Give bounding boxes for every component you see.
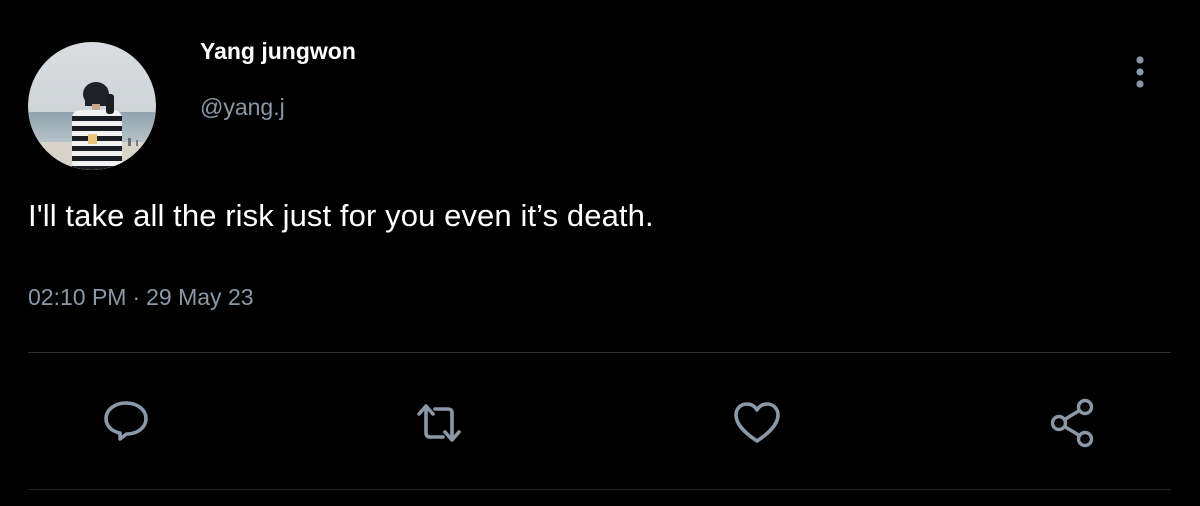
- more-options-button[interactable]: [1126, 50, 1154, 94]
- reply-icon: [104, 401, 148, 441]
- avatar[interactable]: [28, 42, 156, 170]
- profile-photo-beach-icon: [28, 42, 156, 170]
- bottom-divider: [28, 489, 1171, 490]
- meta-separator: ·: [132, 284, 141, 310]
- heart-icon: [734, 402, 780, 443]
- author-display-name[interactable]: Yang jungwon: [200, 38, 356, 65]
- retweet-icon: [417, 404, 461, 442]
- reply-button[interactable]: [100, 397, 152, 449]
- tweet-date: 29 May 23: [146, 284, 254, 310]
- tweet-text: I'll take all the risk just for you even…: [28, 198, 654, 233]
- divider: [28, 352, 1171, 353]
- retweet-button[interactable]: [413, 397, 465, 449]
- like-button[interactable]: [731, 397, 783, 449]
- tweet-timestamp[interactable]: 02:10 PM · 29 May 23: [28, 284, 254, 311]
- author-handle[interactable]: @yang.j: [200, 94, 285, 121]
- tweet-card: Yang jungwon @yang.j I'll take all the r…: [0, 0, 1200, 506]
- more-vertical-icon: [1136, 56, 1144, 88]
- share-button[interactable]: [1046, 397, 1098, 449]
- share-icon: [1050, 398, 1094, 448]
- tweet-time: 02:10 PM: [28, 284, 127, 310]
